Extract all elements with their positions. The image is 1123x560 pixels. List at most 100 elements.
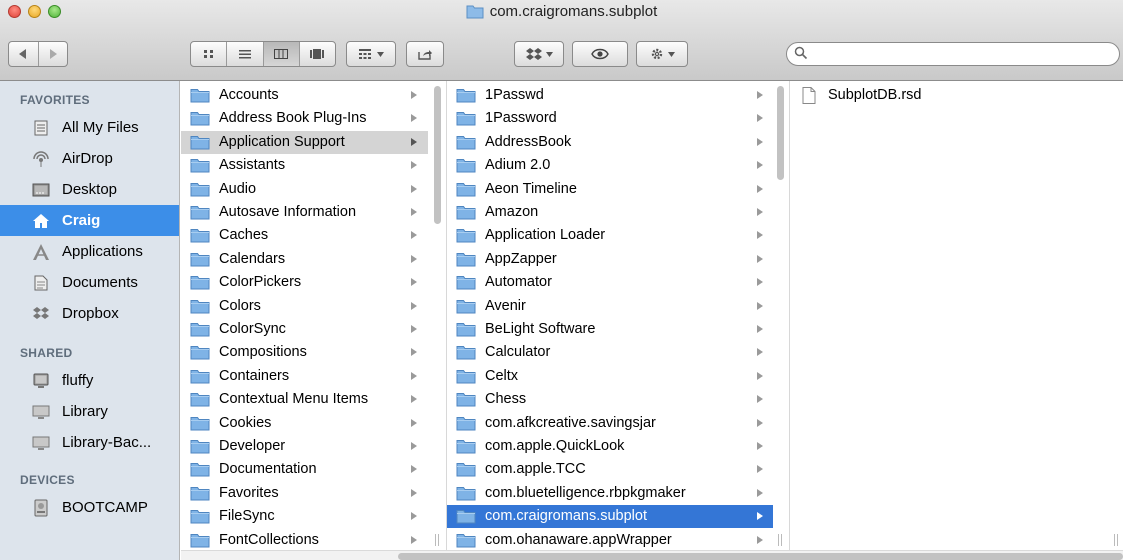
sidebar-item-airdrop[interactable]: AirDrop [0,143,179,174]
folder-row[interactable]: Assistants [181,154,428,177]
folder-icon [190,252,210,267]
disclosure-arrow-icon [411,278,417,287]
column-view-button[interactable] [263,42,300,66]
sidebar-item-bootcamp[interactable]: BOOTCAMP [0,492,179,523]
folder-row[interactable]: Compositions [181,341,428,364]
forward-button[interactable] [39,42,68,66]
folder-icon-wrap [456,157,476,176]
file-row[interactable]: SubplotDB.rsd [790,84,1110,107]
file-name: SubplotDB.rsd [828,87,922,103]
sidebar-item-fluffy[interactable]: fluffy [0,365,179,396]
column-subplot: SubplotDB.rsd [790,81,1123,550]
folder-row[interactable]: Developer [181,435,428,458]
folder-row[interactable]: com.apple.TCC [447,458,773,481]
dropbox-menu-button[interactable] [514,41,564,67]
folder-row[interactable]: FontCollections [181,529,428,550]
column-resize-handle[interactable] [1112,534,1120,546]
sidebar-item-applications[interactable]: Applications [0,236,179,267]
folder-row[interactable]: ColorPickers [181,271,428,294]
folder-row[interactable]: Calculator [447,341,773,364]
folder-icon [190,440,210,454]
folder-row[interactable]: Accounts [181,84,428,107]
folder-name: Colors [219,297,261,314]
folder-row[interactable]: Colors [181,295,428,318]
folder-row[interactable]: ColorSync [181,318,428,341]
horizontal-scrollbar[interactable] [398,553,1123,560]
folder-row[interactable]: Chess [447,388,773,411]
column-library-scrollbar[interactable] [434,86,441,224]
folder-icon-wrap [190,415,210,434]
column-resize-handle[interactable] [433,534,441,546]
sidebar-item-documents[interactable]: Documents [0,267,179,298]
folder-name: Aeon Timeline [485,180,577,197]
disclosure-arrow-icon [757,348,763,357]
search-input[interactable] [811,45,1115,65]
folder-row[interactable]: Favorites [181,482,428,505]
airdrop-icon [32,150,50,168]
quicklook-button[interactable] [572,41,628,67]
action-menu-button[interactable] [636,41,688,67]
column-application-support-scrollbar[interactable] [777,86,784,180]
folder-row[interactable]: Amazon [447,201,773,224]
folder-row[interactable]: Avenir [447,295,773,318]
folder-row[interactable]: Calendars [181,248,428,271]
folder-row[interactable]: FileSync [181,505,428,528]
search-field[interactable] [786,42,1120,66]
folder-name: Avenir [485,297,526,314]
folder-row[interactable]: com.afkcreative.savingsjar [447,412,773,435]
sidebar-item-dropbox[interactable]: Dropbox [0,298,179,329]
folder-row[interactable]: 1Passwd [447,84,773,107]
folder-row[interactable]: Application Support [181,130,428,154]
disclosure-arrow-icon [411,208,417,216]
folder-row[interactable]: AppZapper [447,248,773,271]
folder-icon-wrap [190,321,210,340]
folder-row[interactable]: 1Password [447,107,773,130]
folder-row[interactable]: Adium 2.0 [447,154,773,177]
cover-flow-button[interactable] [300,42,335,66]
folder-name: com.craigromans.subplot [485,508,647,525]
sidebar-item-craig[interactable]: Craig [0,205,179,236]
disclosure-arrow-icon [757,137,763,146]
folder-row[interactable]: Cookies [181,412,428,435]
folder-row[interactable]: com.bluetelligence.rbpkgmaker [447,482,773,505]
folder-row[interactable]: Containers [181,365,428,388]
back-button[interactable] [9,42,39,66]
icon-view-button[interactable] [191,42,228,66]
folder-row[interactable]: AddressBook [447,131,773,154]
folder-name: Developer [219,438,286,454]
folder-icon-wrap [456,344,476,363]
folder-name: ColorSync [219,321,286,337]
folder-row[interactable]: com.craigromans.subplot [447,505,773,529]
share-button[interactable] [406,41,444,67]
folder-name: Calendars [219,250,286,267]
sidebar-item-library[interactable]: Library [0,396,179,427]
folder-row[interactable]: Autosave Information [181,201,428,224]
folder-name: Caches [219,227,269,244]
disclosure-arrow-icon [411,254,417,263]
folder-row[interactable]: com.ohanaware.appWrapper [447,529,773,550]
folder-icon-wrap [456,438,476,457]
window-title-area: com.craigromans.subplot [0,3,1123,23]
folder-icon [456,533,476,548]
folder-row[interactable]: com.apple.QuickLook [447,435,773,458]
folder-icon-wrap [456,461,476,480]
folder-icon [190,206,210,220]
folder-row[interactable]: Celtx [447,365,773,388]
folder-name: Assistants [219,157,286,174]
folder-row[interactable]: Caches [181,224,428,247]
folder-row[interactable]: Documentation [181,458,428,481]
folder-row[interactable]: BeLight Software [447,318,773,341]
sidebar-item-desktop[interactable]: Desktop [0,174,179,205]
arrange-button[interactable] [346,41,396,67]
folder-row[interactable]: Automator [447,271,773,294]
sidebar-item-all-my-files[interactable]: All My Files [0,112,179,143]
folder-row[interactable]: Address Book Plug-Ins [181,107,428,130]
folder-row[interactable]: Contextual Menu Items [181,388,428,411]
folder-row[interactable]: Application Loader [447,224,773,247]
list-view-button[interactable] [227,42,264,66]
folder-name: Adium 2.0 [485,157,551,174]
sidebar-item-library-bac[interactable]: Library-Bac... [0,427,179,458]
folder-row[interactable]: Aeon Timeline [447,178,773,201]
folder-row[interactable]: Audio [181,178,428,201]
column-resize-handle[interactable] [776,534,784,546]
